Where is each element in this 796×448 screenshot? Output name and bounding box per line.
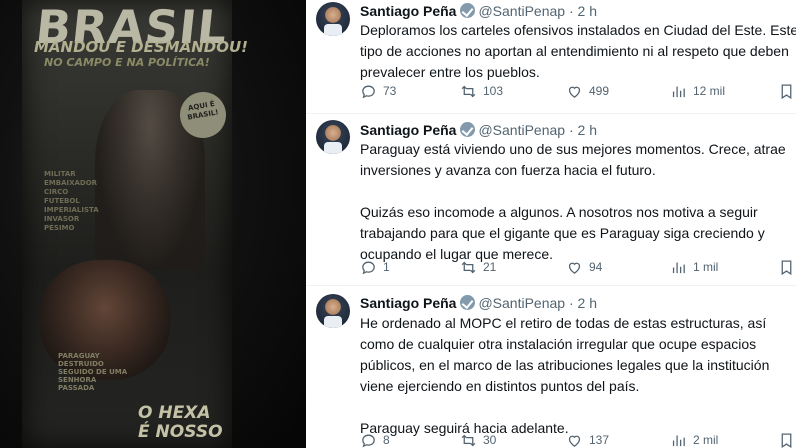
tweet-actions: 1 21 94 1 mil [360,257,796,277]
tweet-paragraph: Deploramos los carteles ofensivos instal… [360,22,796,80]
repost-count: 21 [483,260,497,274]
like-icon [568,86,581,98]
poster-side-text: MILITAR EMBAIXADOR CIRCO FUTEBOL IMPERIA… [44,170,99,232]
poster-subtitle: MANDOU E DESMANDOU! [34,38,248,56]
author-handle[interactable]: @SantiPenap [478,295,565,311]
like-button[interactable]: 94 [566,257,602,277]
views-icon [672,435,685,446]
like-icon [568,435,581,447]
tweet-text: He ordenado al MOPC el retiro de todas d… [360,313,796,439]
views-icon [672,262,685,273]
views-count: 1 mil [693,260,719,274]
tweet-actions: 73 103 499 12 mil [360,81,796,101]
verified-icon [460,3,476,18]
like-button[interactable]: 137 [566,430,609,448]
author-name[interactable]: Santiago Peña [360,295,456,311]
views-count: 2 mil [693,433,719,447]
verified-icon [460,295,476,310]
author-handle[interactable]: @SantiPenap [478,122,565,138]
tweet[interactable]: Santiago Peña @SantiPenap · 2 h Paraguay … [306,114,796,286]
bookmark-button[interactable] [778,430,795,448]
tweet[interactable]: Santiago Peña @SantiPenap · 2 h Deploramo… [306,0,796,114]
views-count: 12 mil [693,84,726,98]
author-handle[interactable]: @SantiPenap [478,3,565,19]
verified-icon [460,122,476,137]
repost-count: 30 [483,433,497,447]
reply-button[interactable]: 73 [360,81,396,101]
reply-icon [362,434,375,447]
like-count: 94 [589,260,603,274]
tweet-text: Paraguay está viviendo uno de sus mejore… [360,139,796,265]
tweet-time[interactable]: · 2 h [569,3,597,19]
tweet-header: Santiago Peña @SantiPenap · 2 h [360,295,597,311]
avatar[interactable] [316,120,350,154]
tweet-time[interactable]: · 2 h [569,295,597,311]
bookmark-icon [781,83,792,99]
repost-icon [461,85,476,97]
views-button[interactable]: 1 mil [670,257,718,277]
repost-icon [461,434,476,446]
tweet-header: Santiago Peña @SantiPenap · 2 h [360,3,597,19]
repost-button[interactable]: 21 [460,257,496,277]
like-icon [568,262,581,274]
tweet-paragraph: Paraguay está viviendo uno de sus mejore… [360,141,786,178]
tweet-paragraph: He ordenado al MOPC el retiro de todas d… [360,315,770,394]
tweet[interactable]: Santiago Peña @SantiPenap · 2 h He ordena… [306,286,796,448]
tweet-actions: 8 30 137 2 mil [360,430,796,448]
repost-icon [461,261,476,273]
views-icon [672,86,685,97]
poster-photo: BRASIL MANDOU E DESMANDOU! NO CAMPO E NA… [0,0,306,448]
bookmark-icon [781,259,792,275]
tweet-header: Santiago Peña @SantiPenap · 2 h [360,122,597,138]
author-name[interactable]: Santiago Peña [360,122,456,138]
like-count: 137 [589,433,610,447]
tweet-feed: Santiago Peña @SantiPenap · 2 h Deploramo… [306,0,796,448]
bookmark-button[interactable] [778,257,795,277]
reply-count: 73 [383,84,397,98]
tweet-time[interactable]: · 2 h [569,122,597,138]
reply-icon [362,85,375,98]
reply-button[interactable]: 1 [360,257,390,277]
repost-button[interactable]: 103 [460,81,503,101]
avatar[interactable] [316,2,350,36]
reply-button[interactable]: 8 [360,430,390,448]
avatar[interactable] [316,294,350,328]
reply-count: 8 [383,433,390,447]
views-button[interactable]: 2 mil [670,430,718,448]
poster-hexa-text: O HEXA É NOSSO [138,403,223,442]
poster-tagline: NO CAMPO E NA POLÍTICA! [44,56,210,69]
repost-count: 103 [483,84,504,98]
views-button[interactable]: 12 mil [670,81,725,101]
reply-icon [362,261,375,274]
like-button[interactable]: 499 [566,81,609,101]
tweet-text: Deploramos los carteles ofensivos instal… [360,20,796,83]
repost-button[interactable]: 30 [460,430,496,448]
like-count: 499 [589,84,610,98]
poster-small-text: PARAGUAY DESTRUIDO SEGUIDO DE UMA SENHOR… [58,352,128,392]
author-name[interactable]: Santiago Peña [360,3,456,19]
tweet-paragraph: Quizás eso incomode a algunos. A nosotro… [360,204,765,262]
bookmark-button[interactable] [778,81,795,101]
bookmark-icon [781,432,792,448]
reply-count: 1 [383,260,390,274]
